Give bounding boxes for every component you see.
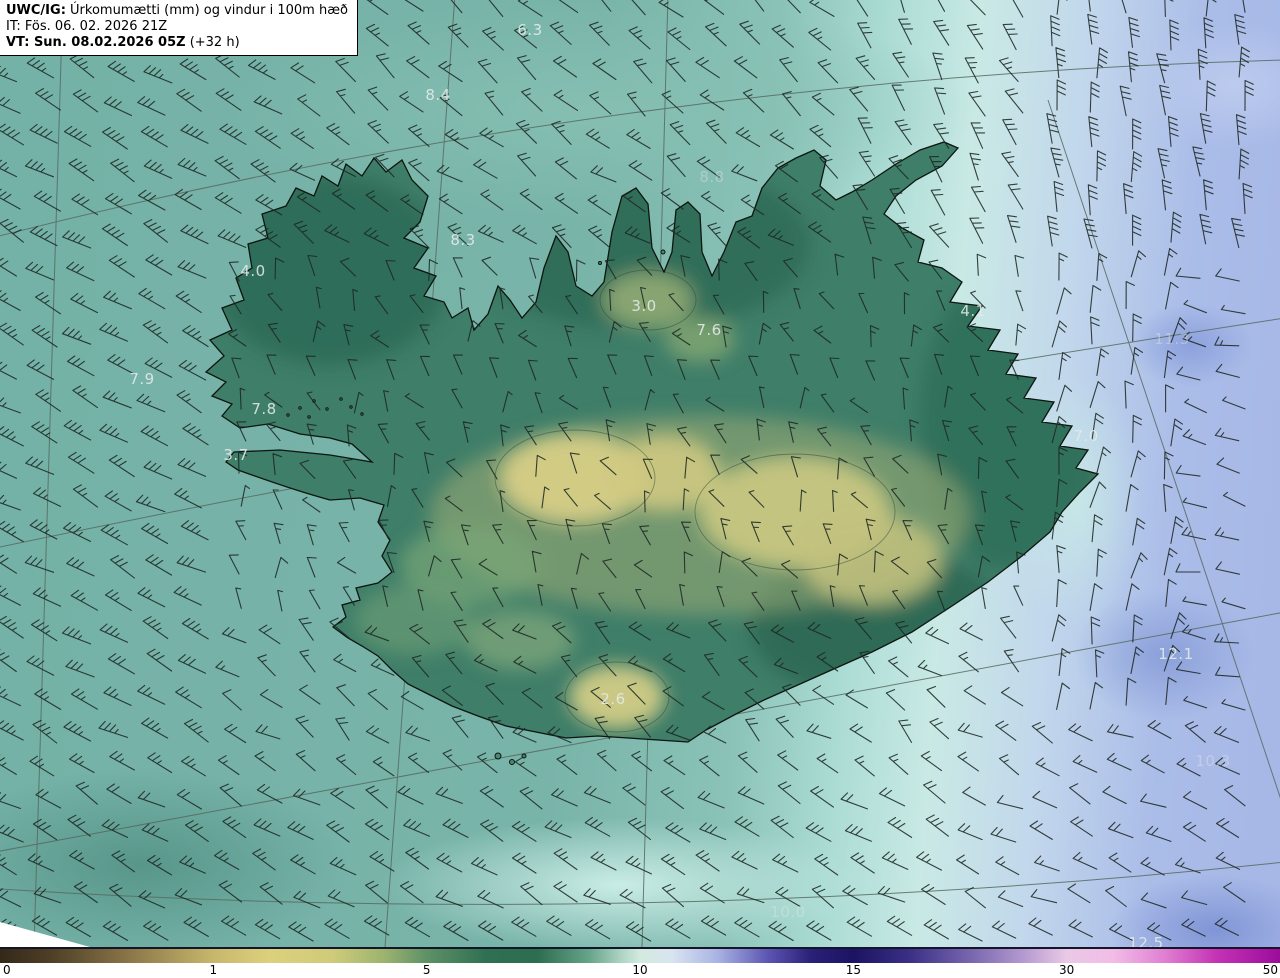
colorbar-tick-label: 0 bbox=[3, 963, 11, 977]
product-title: UWC/IG: Úrkomumætti (mm) og vindur i 100… bbox=[6, 3, 348, 19]
colorbar-tick-label: 5 bbox=[422, 963, 431, 977]
weather-map-viewer: 6.3 8.4 8.8 8.3 4.0 3.0 4.1 7.6 11.3 7.9 7.8 3.7 7.0… bbox=[0, 0, 1280, 978]
colorbar-tick-label: 50 bbox=[1262, 963, 1278, 977]
model-label: UWC/IG: bbox=[6, 3, 66, 18]
title-box: UWC/IG: Úrkomumætti (mm) og vindur i 100… bbox=[0, 0, 358, 56]
map-canvas: 6.3 8.4 8.8 8.3 4.0 3.0 4.1 7.6 11.3 7.9 7.8 3.7 7.0… bbox=[0, 0, 1280, 947]
colorbar-tick-label: 30 bbox=[1059, 963, 1075, 977]
valid-time-bold: VT: Sun. 08.02.2026 05Z bbox=[6, 34, 186, 50]
valid-offset: (+32 h) bbox=[185, 34, 240, 50]
init-time: IT: Fös. 06. 02. 2026 21Z bbox=[6, 18, 168, 34]
colorbar: 0 1 5 10 15 30 50 bbox=[0, 947, 1280, 978]
valid-time: VT: Sun. 08.02.2026 05Z (+32 h) bbox=[6, 35, 348, 51]
colorbar-tick-labels: 0 1 5 10 15 30 50 bbox=[0, 963, 1280, 978]
colorbar-tick-label: 15 bbox=[845, 963, 861, 977]
colorbar-gradient bbox=[0, 949, 1280, 963]
colorbar-tick-label: 10 bbox=[632, 963, 648, 977]
product-name: Úrkomumætti (mm) og vindur i 100m hæð bbox=[65, 3, 348, 18]
iceland-terrain bbox=[206, 142, 1098, 742]
colorbar-tick-label: 1 bbox=[209, 963, 218, 977]
map-overlay bbox=[0, 0, 1280, 947]
